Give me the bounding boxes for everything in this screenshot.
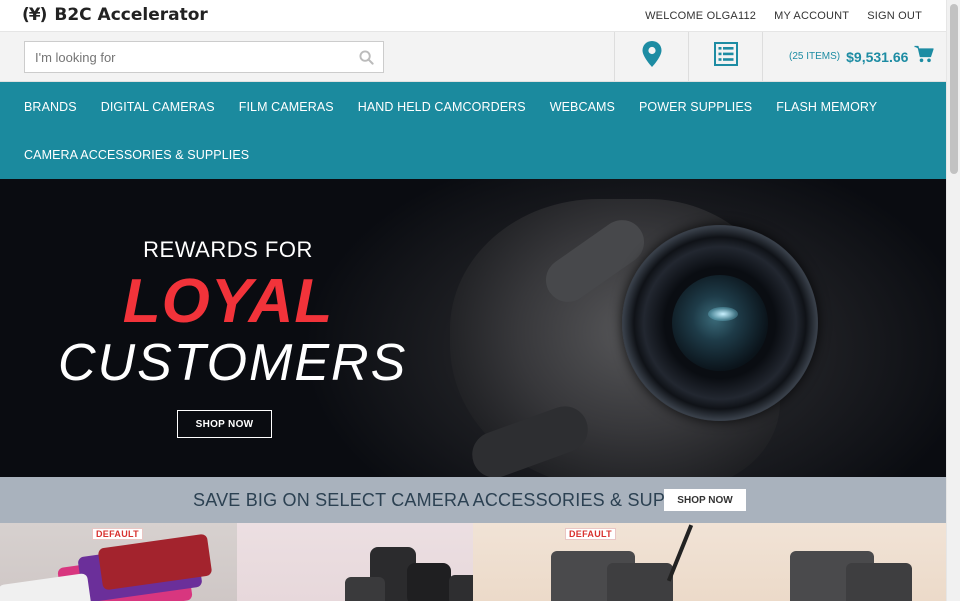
product-tile[interactable]: DEFAULT (473, 523, 710, 601)
nav-item-film-cameras[interactable]: FILM CAMERAS (239, 100, 334, 114)
page-scrollbar[interactable] (946, 0, 960, 601)
antenna-image (666, 524, 694, 582)
hero-headline-loyal: LOYAL (122, 267, 334, 336)
product-tile[interactable] (709, 523, 946, 601)
hero-copy: REWARDS FOR LOYAL CUSTOMERS (58, 237, 408, 392)
nav-item-power-supplies[interactable]: POWER SUPPLIES (639, 100, 752, 114)
logo-mark: (¥) (22, 5, 47, 25)
quick-order-button[interactable] (688, 32, 762, 81)
nav-item-digital-cameras[interactable]: DIGITAL CAMERAS (101, 100, 215, 114)
lens-image (344, 577, 385, 601)
scrollbar-thumb[interactable] (950, 4, 958, 174)
product-tiles: DEFAULT DEFAULT (0, 523, 946, 601)
default-badge: DEFAULT (92, 528, 143, 540)
promo-text: SAVE BIG ON SELECT CAMERA ACCESSORIES & … (193, 490, 718, 510)
transmitter-image (607, 563, 673, 601)
cart-total: $9,531.66 (846, 48, 909, 65)
hero-banner[interactable]: REWARDS FOR LOYAL CUSTOMERS SHOP NOW (0, 179, 946, 477)
top-bar: (¥) B2C Accelerator WELCOME OLGA112 MY A… (0, 0, 946, 32)
promo-shop-now-button[interactable]: SHOP NOW (664, 489, 746, 511)
account-links: WELCOME OLGA112 MY ACCOUNT SIGN OUT (645, 10, 922, 22)
map-pin-icon (642, 41, 662, 72)
nav-row-2: CAMERA ACCESSORIES & SUPPLIES (24, 148, 273, 162)
hero-headline-top: REWARDS FOR (143, 237, 313, 262)
nav-item-hand-held-camcorders[interactable]: HAND HELD CAMCORDERS (358, 100, 526, 114)
welcome-text: WELCOME OLGA112 (645, 10, 757, 22)
store-locator-button[interactable] (614, 32, 688, 81)
nav-item-webcams[interactable]: WEBCAMS (550, 100, 615, 114)
product-tile[interactable]: DEFAULT (0, 523, 237, 601)
cart-item-count: (25 ITEMS) (789, 51, 841, 62)
category-nav: BRANDS DIGITAL CAMERAS FILM CAMERAS HAND… (0, 82, 946, 179)
cart-icon (914, 45, 935, 68)
hero-shop-now-button[interactable]: SHOP NOW (177, 410, 272, 438)
mini-cart[interactable]: (25 ITEMS) $9,531.66 (762, 32, 946, 81)
transmitter-image (845, 563, 912, 601)
logo[interactable]: (¥) B2C Accelerator (22, 5, 208, 25)
hero-headline-customers: CUSTOMERS (58, 334, 408, 392)
my-account-link[interactable]: MY ACCOUNT (774, 10, 849, 22)
page: (¥) B2C Accelerator WELCOME OLGA112 MY A… (0, 0, 946, 601)
product-tile[interactable] (236, 523, 473, 601)
nav-item-camera-accessories[interactable]: CAMERA ACCESSORIES & SUPPLIES (24, 148, 249, 162)
lens-reflection (708, 307, 738, 321)
logo-text: B2C Accelerator (54, 5, 208, 25)
camera-lens-glass (672, 275, 768, 371)
search-icon[interactable] (349, 42, 383, 72)
camera-white-image (0, 572, 93, 601)
nav-row-1: BRANDS DIGITAL CAMERAS FILM CAMERAS HAND… (24, 100, 901, 114)
list-icon (713, 42, 738, 71)
default-badge: DEFAULT (565, 528, 616, 540)
nav-item-flash-memory[interactable]: FLASH MEMORY (776, 100, 877, 114)
search-box (24, 41, 384, 73)
nav-item-brands[interactable]: BRANDS (24, 100, 77, 114)
lens-image (448, 575, 473, 601)
sign-out-link[interactable]: SIGN OUT (867, 10, 922, 22)
lens-image (406, 563, 451, 601)
promo-band: SAVE BIG ON SELECT CAMERA ACCESSORIES & … (0, 477, 946, 523)
search-input[interactable] (25, 42, 349, 72)
search-row: (25 ITEMS) $9,531.66 (0, 32, 946, 82)
